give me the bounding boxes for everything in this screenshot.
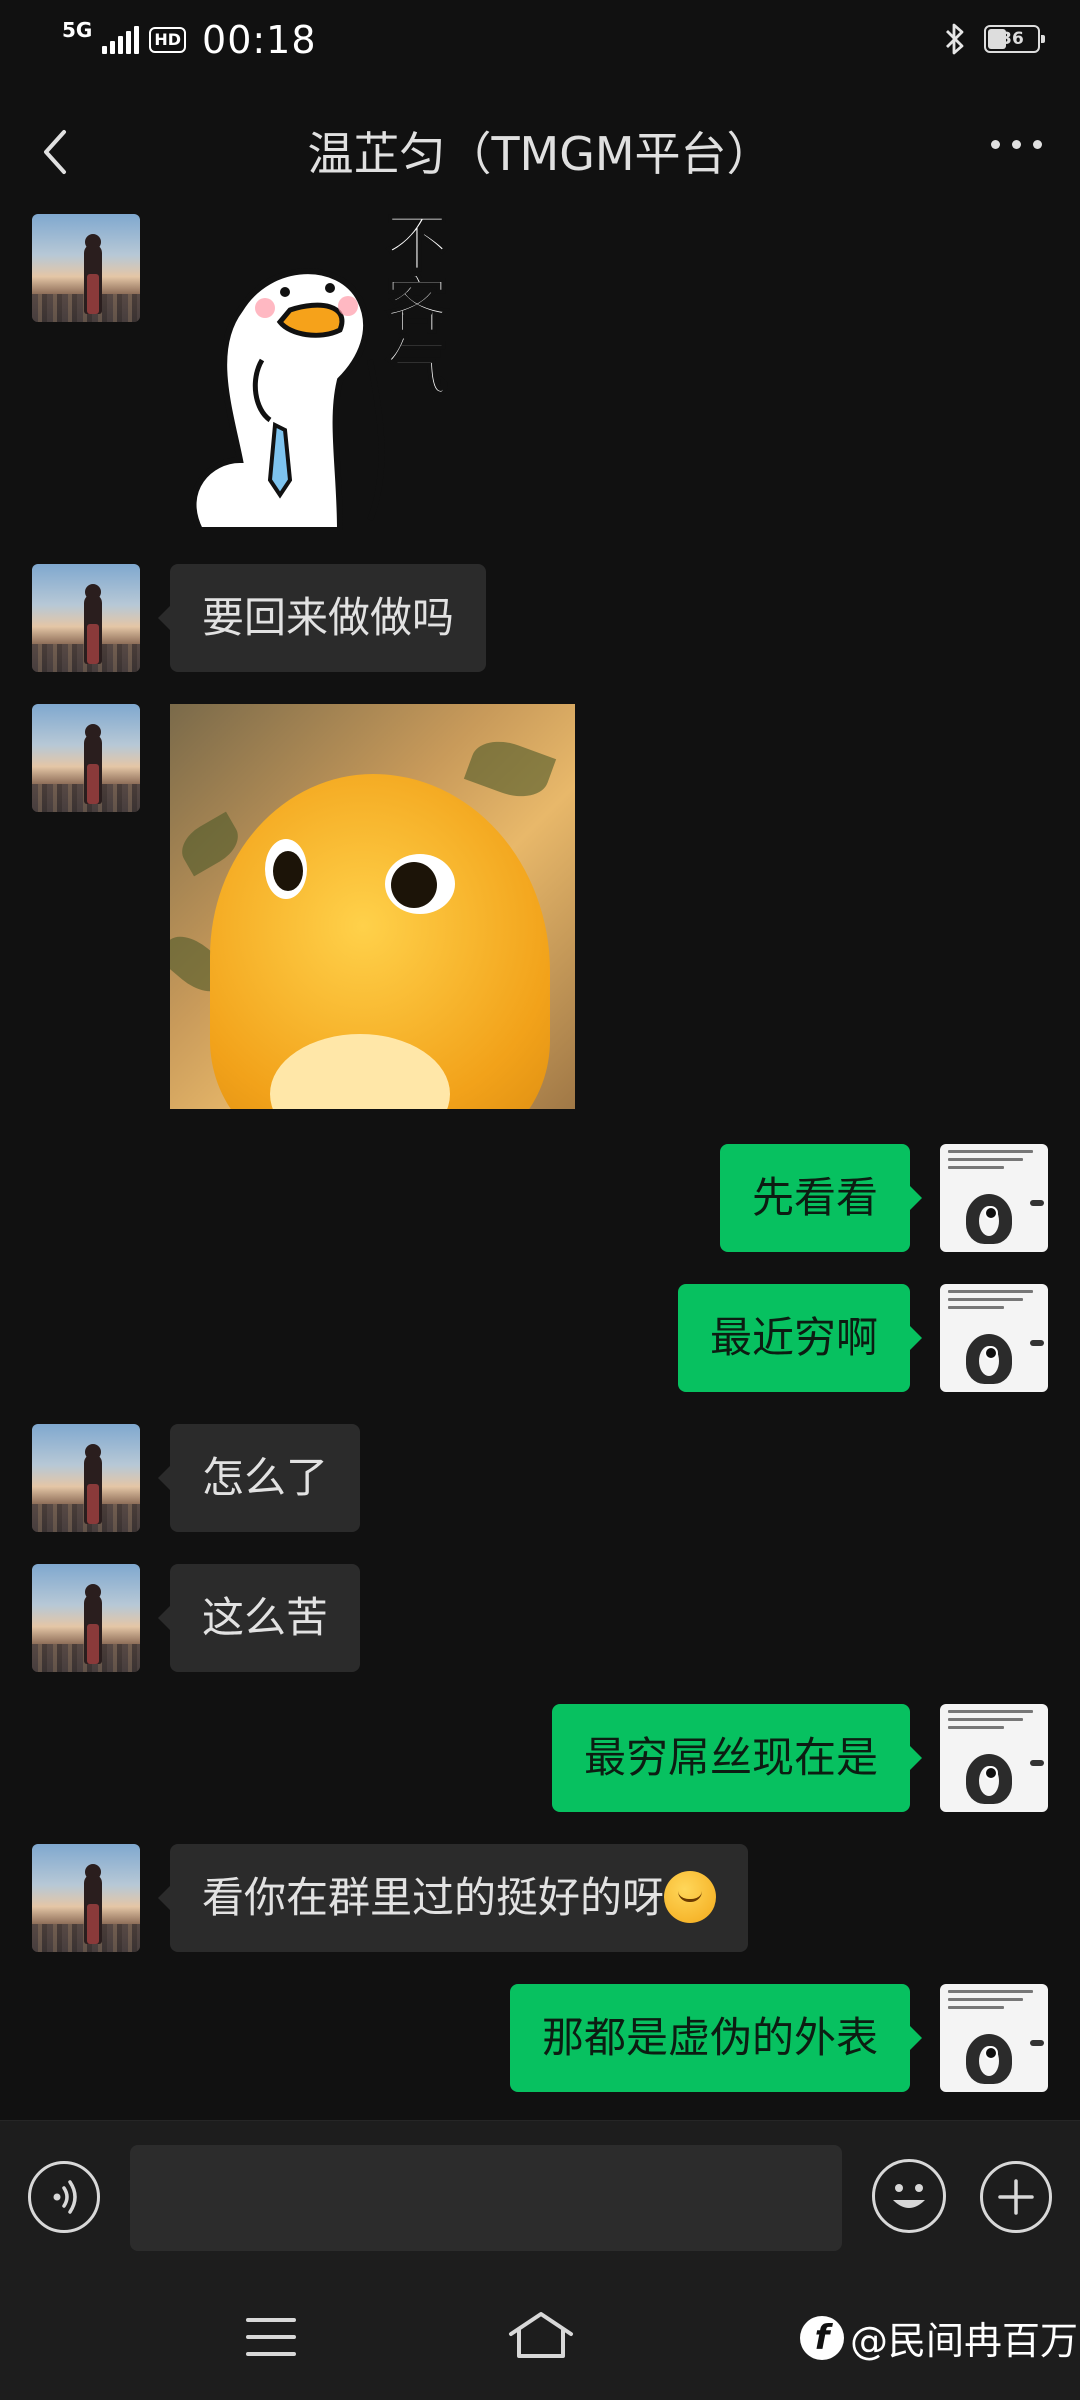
message-bubble-outgoing[interactable]: 那都是虚伪的外表 (509, 1984, 923, 2092)
voice-icon (53, 2180, 77, 2214)
home-button[interactable] (505, 2306, 577, 2366)
message-bubble-outgoing[interactable]: 最近穷啊 (677, 1284, 923, 1392)
smile-icon (893, 2184, 925, 2208)
my-avatar[interactable] (940, 1984, 1048, 2092)
my-avatar[interactable] (940, 1284, 1048, 1392)
message-bubble-incoming[interactable]: 看你在群里过的挺好的呀 (157, 1844, 749, 1952)
contact-avatar[interactable] (32, 1564, 140, 1672)
sticker-caption: 不客气 (374, 210, 449, 397)
contact-avatar[interactable] (32, 704, 140, 812)
message-text: 先看看 (751, 1173, 878, 1222)
bluetooth-icon (944, 22, 966, 56)
voice-input-button[interactable] (28, 2161, 100, 2233)
message-text: 怎么了 (202, 1453, 329, 1502)
signal-icon (102, 26, 140, 54)
emoji-button[interactable] (872, 2159, 946, 2233)
plus-icon (998, 2179, 1034, 2215)
duck-thanks-sticker[interactable]: 不客气 (170, 210, 480, 533)
message-text: 那都是虚伪的外表 (541, 2013, 878, 2062)
message-text: 最穷屌丝现在是 (583, 1733, 878, 1782)
message-text: 要回来做做吗 (202, 593, 455, 642)
message-input[interactable] (130, 2145, 842, 2251)
message-bubble-incoming[interactable]: 怎么了 (157, 1424, 361, 1532)
my-avatar[interactable] (940, 1144, 1048, 1252)
status-right: 36 (944, 22, 1045, 56)
status-left: 5G HD 00:18 (62, 18, 317, 62)
more-dots-icon (991, 140, 1000, 149)
message-text: 这么苦 (202, 1593, 329, 1642)
battery-level: 36 (1000, 29, 1024, 49)
contact-avatar[interactable] (32, 564, 140, 672)
input-bar (0, 2120, 1080, 2281)
battery-icon: 36 (984, 25, 1045, 53)
watermark-logo-icon: f (800, 2315, 844, 2360)
message-bubble-incoming[interactable]: 这么苦 (157, 1564, 361, 1672)
hd-badge: HD (149, 27, 187, 53)
status-bar: 5G HD 00:18 36 (0, 0, 1080, 80)
watermark: f @民间冉百万 (800, 2310, 1078, 2365)
message-text: 看你在群里过的挺好的呀 (202, 1873, 665, 1922)
network-type: 5G (62, 18, 93, 42)
my-avatar[interactable] (940, 1704, 1048, 1812)
message-text: 最近穷啊 (709, 1313, 878, 1362)
watermark-text: @民间冉百万 (850, 2319, 1079, 2363)
home-icon (509, 2312, 573, 2358)
contact-avatar[interactable] (32, 1424, 140, 1532)
message-bubble-incoming[interactable]: 要回来做做吗 (157, 564, 487, 672)
status-time: 00:18 (202, 18, 317, 62)
more-functions-button[interactable] (980, 2161, 1052, 2233)
yellow-duck-sticker[interactable] (170, 704, 575, 1109)
contact-avatar[interactable] (32, 1844, 140, 1952)
message-bubble-outgoing[interactable]: 最穷屌丝现在是 (551, 1704, 923, 1812)
message-bubble-outgoing[interactable]: 先看看 (719, 1144, 923, 1252)
chat-header: 温芷匀（TMGM平台） (0, 90, 1080, 210)
more-options-button[interactable] (991, 140, 1042, 149)
message-list[interactable]: 不客气 要回来做做吗 先看看 最近穷啊 怎么了 这么苦 最穷屌丝现在是 看你在群… (0, 210, 1080, 2120)
system-nav-bar: f @民间冉百万 (0, 2280, 1080, 2400)
recent-apps-button[interactable] (246, 2318, 296, 2358)
chat-title: 温芷匀（TMGM平台） (307, 127, 773, 181)
smirk-emoji-icon (664, 1870, 717, 1923)
contact-avatar[interactable] (32, 214, 140, 322)
